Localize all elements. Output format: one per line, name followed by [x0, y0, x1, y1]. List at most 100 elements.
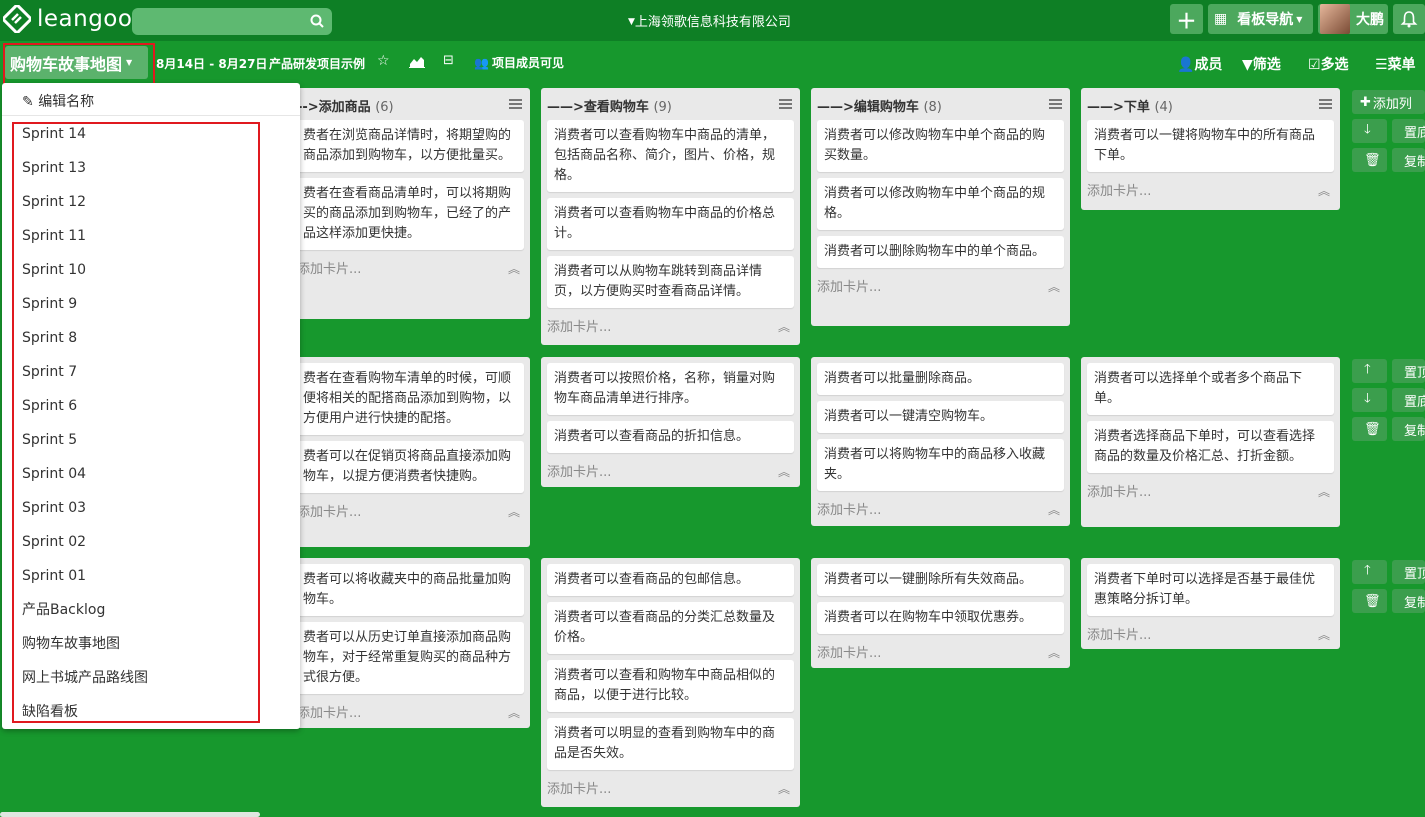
notifications-button[interactable] [1393, 4, 1425, 34]
org-switcher[interactable]: ▼上海领歌信息科技有限公司 [628, 11, 791, 30]
add-card[interactable]: 添加卡片... ︽ [267, 700, 530, 724]
project-name[interactable]: 产品研发项目示例 [269, 55, 365, 72]
logo[interactable]: leangoo [3, 5, 132, 33]
column-menu-icon[interactable] [509, 99, 522, 109]
filter-button[interactable]: ▼筛选 [1242, 54, 1281, 74]
pencil-icon: ✎ [22, 94, 34, 110]
chart-icon[interactable] [409, 55, 425, 68]
chevron-up-icon[interactable]: ︽ [1318, 483, 1330, 500]
chevron-up-icon[interactable]: ︽ [1048, 278, 1060, 295]
card[interactable]: 消费者可以明显的查看到购物车中的商品是否失效。 [547, 718, 794, 770]
menu-icon: ☰ [1375, 57, 1388, 73]
add-card[interactable]: 添加卡片... ︽ [811, 274, 1070, 298]
card[interactable]: 消费者可以按照价格，名称，销量对购物车商品清单进行排序。 [547, 363, 794, 415]
copy-button[interactable]: 复制 [1392, 589, 1425, 613]
card[interactable]: 费者在查看商品清单时，可以将期购买的商品添加到购物车，已经了的产品这样添加更快捷… [273, 178, 524, 250]
multi-select-button[interactable]: ☑多选 [1308, 54, 1349, 74]
card[interactable]: 消费者可以将购物车中的商品移入收藏夹。 [817, 439, 1064, 491]
card[interactable]: 消费者可以选择单个或者多个商品下单。 [1087, 363, 1334, 415]
chevron-up-icon[interactable]: ︽ [508, 503, 520, 520]
visibility-toggle[interactable]: 👥 项目成员可见 [474, 54, 564, 71]
move-down-button[interactable]: 🡓 [1352, 388, 1387, 412]
column-header[interactable]: -->添加商品 (6) [267, 88, 530, 120]
add-column-button[interactable]: ✚ 添加列 [1352, 90, 1425, 114]
delete-button[interactable]: 🗑 [1352, 148, 1387, 172]
card[interactable]: 消费者下单时可以选择是否基于最佳优惠策略分拆订单。 [1087, 564, 1334, 616]
column-header[interactable]: ——>编辑购物车 (8) [811, 88, 1070, 120]
add-card[interactable]: 添加卡片... ︽ [267, 256, 530, 280]
avatar [1320, 4, 1350, 34]
column-header[interactable]: ——>查看购物车 (9) [541, 88, 800, 120]
add-card[interactable]: 添加卡片... ︽ [1081, 178, 1340, 202]
chevron-up-icon[interactable]: ︽ [778, 780, 790, 797]
delete-button[interactable]: 🗑 [1352, 417, 1387, 441]
card[interactable]: 消费者可以查看和购物车中商品相似的商品，以便于进行比较。 [547, 660, 794, 712]
card[interactable]: 费者在浏览商品详情时，将期望购的商品添加到购物车，以方便批量买。 [273, 120, 524, 172]
column-menu-icon[interactable] [1319, 99, 1332, 109]
board-header: 购物车故事地图 ▼ 8月14日 - 8月27日 产品研发项目示例 ☆ ⊟ 👥 项目… [0, 41, 1425, 86]
card[interactable]: 费者可以将收藏夹中的商品批量加购物车。 [273, 564, 524, 616]
column-menu-icon[interactable] [1049, 99, 1062, 109]
user-menu[interactable]: 大鹏 [1318, 4, 1388, 34]
chevron-up-icon[interactable]: ︽ [508, 704, 520, 721]
chevron-up-icon[interactable]: ︽ [1048, 501, 1060, 518]
add-card[interactable]: 添加卡片... ︽ [811, 640, 1070, 664]
move-up-button[interactable]: 🡑 [1352, 359, 1387, 383]
chevron-up-icon[interactable]: ︽ [778, 463, 790, 480]
card[interactable]: 消费者选择商品下单时，可以查看选择商品的数量及价格汇总、打折金额。 [1087, 421, 1334, 473]
card[interactable]: 消费者可以从购物车跳转到商品详情页，以方便购买时查看商品详情。 [547, 256, 794, 308]
chevron-up-icon[interactable]: ︽ [778, 318, 790, 335]
card[interactable]: 费者可以在促销页将商品直接添加购物车，以提方便消费者快捷购。 [273, 441, 524, 493]
collapse-icon[interactable]: ⊟ [443, 53, 454, 68]
add-card[interactable]: 添加卡片... ︽ [267, 499, 530, 523]
card[interactable]: 消费者可以一键将购物车中的所有商品下单。 [1087, 120, 1334, 172]
move-up-button[interactable]: 🡑 [1352, 560, 1387, 584]
card[interactable]: 消费者可以查看商品的包邮信息。 [547, 564, 794, 596]
card[interactable]: 消费者可以查看购物车中商品的价格总计。 [547, 198, 794, 250]
search-icon[interactable] [310, 14, 324, 28]
move-bottom-button[interactable]: 置底 [1392, 119, 1425, 143]
card[interactable]: 消费者可以删除购物车中的单个商品。 [817, 236, 1064, 268]
chevron-up-icon[interactable]: ︽ [1318, 182, 1330, 199]
card[interactable]: 消费者可以一键删除所有失效商品。 [817, 564, 1064, 596]
add-card[interactable]: 添加卡片... ︽ [811, 497, 1070, 521]
add-card[interactable]: 添加卡片... ︽ [541, 459, 800, 483]
column-header[interactable]: ——>下单 (4) [1081, 88, 1340, 120]
horizontal-scrollbar[interactable] [0, 812, 260, 817]
members-button[interactable]: 👤成员 [1177, 54, 1222, 74]
add-card[interactable]: 添加卡片... ︽ [1081, 622, 1340, 646]
search-input[interactable] [132, 8, 332, 35]
delete-button[interactable]: 🗑 [1352, 589, 1387, 613]
card[interactable]: 消费者可以查看购物车中商品的清单，包括商品名称、简介，图片、价格，规格。 [547, 120, 794, 192]
move-top-button[interactable]: 置顶 [1392, 359, 1425, 383]
move-down-button[interactable]: 🡓 [1352, 119, 1387, 143]
move-top-button[interactable]: 置顶 [1392, 560, 1425, 584]
card[interactable]: 消费者可以查看商品的分类汇总数量及价格。 [547, 602, 794, 654]
card[interactable]: 消费者可以批量删除商品。 [817, 363, 1064, 395]
move-bottom-button[interactable]: 置底 [1392, 388, 1425, 412]
edit-name-item[interactable]: ✎ 编辑名称 [2, 83, 300, 116]
chevron-up-icon[interactable]: ︽ [1318, 626, 1330, 643]
card[interactable]: 消费者可以修改购物车中单个商品的规格。 [817, 178, 1064, 230]
card[interactable]: 费者可以从历史订单直接添加商品购物车，对于经常重复购买的商品种方式很方便。 [273, 622, 524, 694]
chevron-up-icon[interactable]: ︽ [1048, 644, 1060, 661]
star-icon[interactable]: ☆ [377, 53, 390, 69]
card[interactable]: 费者在查看购物车清单的时候，可顺便将相关的配搭商品添加到购物，以方便用户进行快捷… [273, 363, 524, 435]
card[interactable]: 消费者可以查看商品的折扣信息。 [547, 421, 794, 453]
add-card[interactable]: 添加卡片... ︽ [541, 776, 800, 800]
add-button[interactable]: ＋ [1170, 4, 1203, 34]
top-bar: leangoo ▼上海领歌信息科技有限公司 ＋ ▦ 看板导航 ▼ 大鹏 [0, 0, 1425, 41]
add-card[interactable]: 添加卡片... ︽ [1081, 479, 1340, 503]
copy-button[interactable]: 复制 [1392, 148, 1425, 172]
add-card[interactable]: 添加卡片... ︽ [541, 314, 800, 338]
menu-button[interactable]: ☰菜单 [1375, 54, 1416, 74]
add-card-label: 添加卡片... [1087, 628, 1152, 643]
card[interactable]: 消费者可以一键清空购物车。 [817, 401, 1064, 433]
card[interactable]: 消费者可以在购物车中领取优惠券。 [817, 602, 1064, 634]
copy-button[interactable]: 复制 [1392, 417, 1425, 441]
card[interactable]: 消费者可以修改购物车中单个商品的购买数量。 [817, 120, 1064, 172]
board-nav-button[interactable]: ▦ 看板导航 ▼ [1208, 4, 1313, 34]
column-count: (6) [375, 100, 394, 115]
chevron-up-icon[interactable]: ︽ [508, 260, 520, 277]
column-menu-icon[interactable] [779, 99, 792, 109]
